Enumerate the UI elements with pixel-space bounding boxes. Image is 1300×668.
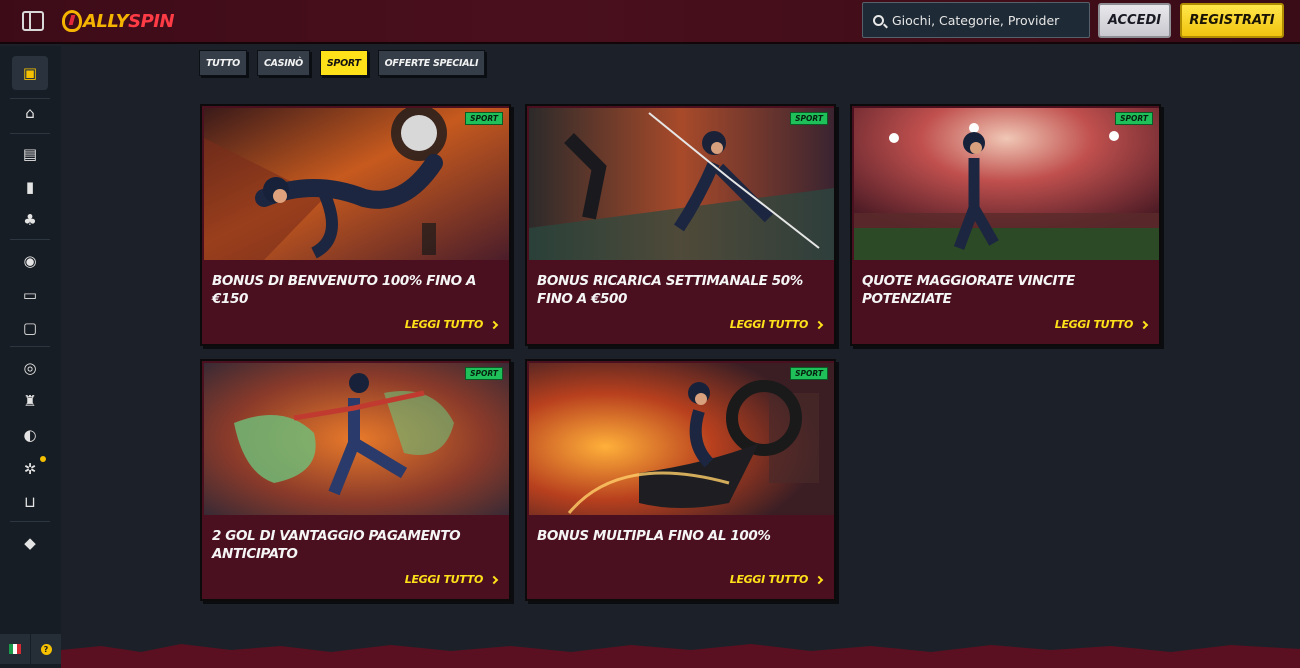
sidebar-item-challenges[interactable]: ◐ (12, 420, 48, 450)
search-box[interactable] (862, 2, 1090, 38)
promo-image-kick: SPORT (204, 108, 509, 260)
italy-flag-icon (9, 644, 21, 654)
search-input[interactable] (892, 12, 1082, 28)
top-header: ALLY SPIN ACCEDI REGISTRATI (0, 0, 1300, 44)
promo-title: BONUS MULTIPLA FINO AL 100% (537, 528, 771, 544)
search-icon (873, 14, 884, 26)
promo-card[interactable]: SPORT BONUS DI BENVENUTO 100% FINO A €15… (200, 104, 511, 346)
read-more-label: LEGGI TUTTO (404, 573, 484, 586)
sidebar-item-cards[interactable]: ▮ (12, 172, 48, 202)
sidebar-item-live-casino[interactable]: ▢ (12, 313, 48, 343)
promo-image-sword: SPORT (529, 108, 834, 260)
promo-card[interactable]: SPORT BONUS MULTIPLA FINO AL 100% LEGGI … (525, 359, 836, 601)
chevron-right-icon (1139, 320, 1149, 329)
sidebar-item-home[interactable]: ⌂ (12, 98, 48, 128)
promo-title: QUOTE MAGGIORATE VINCITE POTENZIATE (862, 273, 1075, 307)
sidebar-item-vip[interactable]: ◎ (12, 353, 48, 383)
promo-title: BONUS RICARICA SETTIMANALE 50% FINO A €5… (537, 273, 803, 307)
register-button[interactable]: REGISTRATI (1180, 3, 1284, 38)
read-more-link[interactable]: LEGGI TUTTO (729, 318, 824, 331)
slot-machine-icon: ▤ (22, 145, 38, 163)
promo-image-fire-leap: SPORT (204, 363, 509, 515)
trophy-icon: ♜ (23, 392, 37, 410)
footer-decoration (61, 644, 1300, 668)
promo-card[interactable]: SPORT 2 GOL DI VANTAGGIO PAGAMENTO ANTIC… (200, 359, 511, 601)
sidebar-item-promotions[interactable]: ▣ (12, 56, 48, 90)
read-more-label: LEGGI TUTTO (729, 573, 809, 586)
read-more-link[interactable]: LEGGI TUTTO (404, 573, 499, 586)
promo-filter-tabs: TUTTO CASINÒ SPORT OFFERTE SPECIALI (199, 50, 486, 76)
sidebar-divider (10, 239, 50, 240)
read-more-label: LEGGI TUTTO (1054, 318, 1134, 331)
language-selector[interactable] (0, 634, 30, 664)
category-badge: SPORT (465, 367, 503, 380)
film-reel-icon: ✲ (23, 460, 37, 478)
logo-text-ally: ALLY (83, 10, 129, 32)
diamond-icon: ◆ (24, 534, 36, 552)
home-icon: ⌂ (25, 104, 35, 122)
clover-icon: ♣ (23, 211, 37, 229)
promo-card[interactable]: SPORT QUOTE MAGGIORATE VINCITE POTENZIAT… (850, 104, 1161, 346)
promo-title: BONUS DI BENVENUTO 100% FINO A €150 (212, 273, 477, 307)
help-icon: ? (40, 643, 52, 655)
medal-icon: ◎ (23, 359, 37, 377)
sidebar-divider (10, 133, 50, 134)
promo-title: 2 GOL DI VANTAGGIO PAGAMENTO ANTICIPATO (212, 528, 461, 562)
category-badge: SPORT (465, 112, 503, 125)
tab-special-offers[interactable]: OFFERTE SPECIALI (377, 50, 486, 76)
read-more-link[interactable]: LEGGI TUTTO (1054, 318, 1149, 331)
gift-icon: ▣ (22, 64, 38, 82)
login-button[interactable]: ACCEDI (1098, 3, 1171, 38)
read-more-label: LEGGI TUTTO (404, 318, 484, 331)
chevron-right-icon (489, 320, 499, 329)
logo-text-spin: SPIN (128, 10, 175, 32)
chevron-right-icon (814, 575, 824, 584)
category-badge: SPORT (790, 112, 828, 125)
sidebar-item-shop[interactable]: ⊔ (12, 487, 48, 517)
site-logo[interactable]: ALLY SPIN (62, 8, 175, 34)
tab-sport[interactable]: SPORT (319, 50, 368, 76)
cart-icon: ⊔ (24, 493, 36, 511)
live-casino-icon: ▢ (22, 319, 38, 337)
read-more-link[interactable]: LEGGI TUTTO (404, 318, 499, 331)
football-icon: ◉ (23, 252, 37, 270)
promo-image-stadium: SPORT (854, 108, 1159, 260)
sidebar-toggle-icon[interactable] (22, 11, 44, 31)
tab-casino[interactable]: CASINÒ (256, 50, 310, 76)
sidebar: ▣ ⌂ ▤ ▮ ♣ ◉ ▭ ▢ ◎ ♜ ◐ ✲ ⊔ ◆ (0, 46, 61, 668)
sidebar-divider (10, 346, 50, 347)
chevron-right-icon (814, 320, 824, 329)
sidebar-item-lucky[interactable]: ♣ (12, 205, 48, 235)
help-button[interactable]: ? (31, 634, 61, 664)
promo-card[interactable]: SPORT BONUS RICARICA SETTIMANALE 50% FIN… (525, 104, 836, 346)
sidebar-item-live[interactable]: ▭ (12, 280, 48, 310)
category-badge: SPORT (790, 367, 828, 380)
live-icon: ▭ (22, 286, 38, 304)
read-more-link[interactable]: LEGGI TUTTO (729, 573, 824, 586)
category-badge: SPORT (1115, 112, 1153, 125)
sidebar-item-tournaments[interactable]: ♜ (12, 386, 48, 416)
chevron-right-icon (489, 575, 499, 584)
sidebar-divider (10, 521, 50, 522)
promo-image-motorbike: SPORT (529, 363, 834, 515)
notification-dot (40, 456, 46, 462)
helmet-icon: ◐ (23, 426, 37, 444)
tab-all[interactable]: TUTTO (199, 50, 247, 76)
sidebar-item-slots[interactable]: ▤ (12, 139, 48, 169)
sidebar-item-sport[interactable]: ◉ (12, 246, 48, 276)
read-more-label: LEGGI TUTTO (729, 318, 809, 331)
logo-mark-icon (62, 10, 82, 32)
sidebar-item-vip-club[interactable]: ◆ (12, 528, 48, 558)
cards-icon: ▮ (25, 178, 35, 196)
